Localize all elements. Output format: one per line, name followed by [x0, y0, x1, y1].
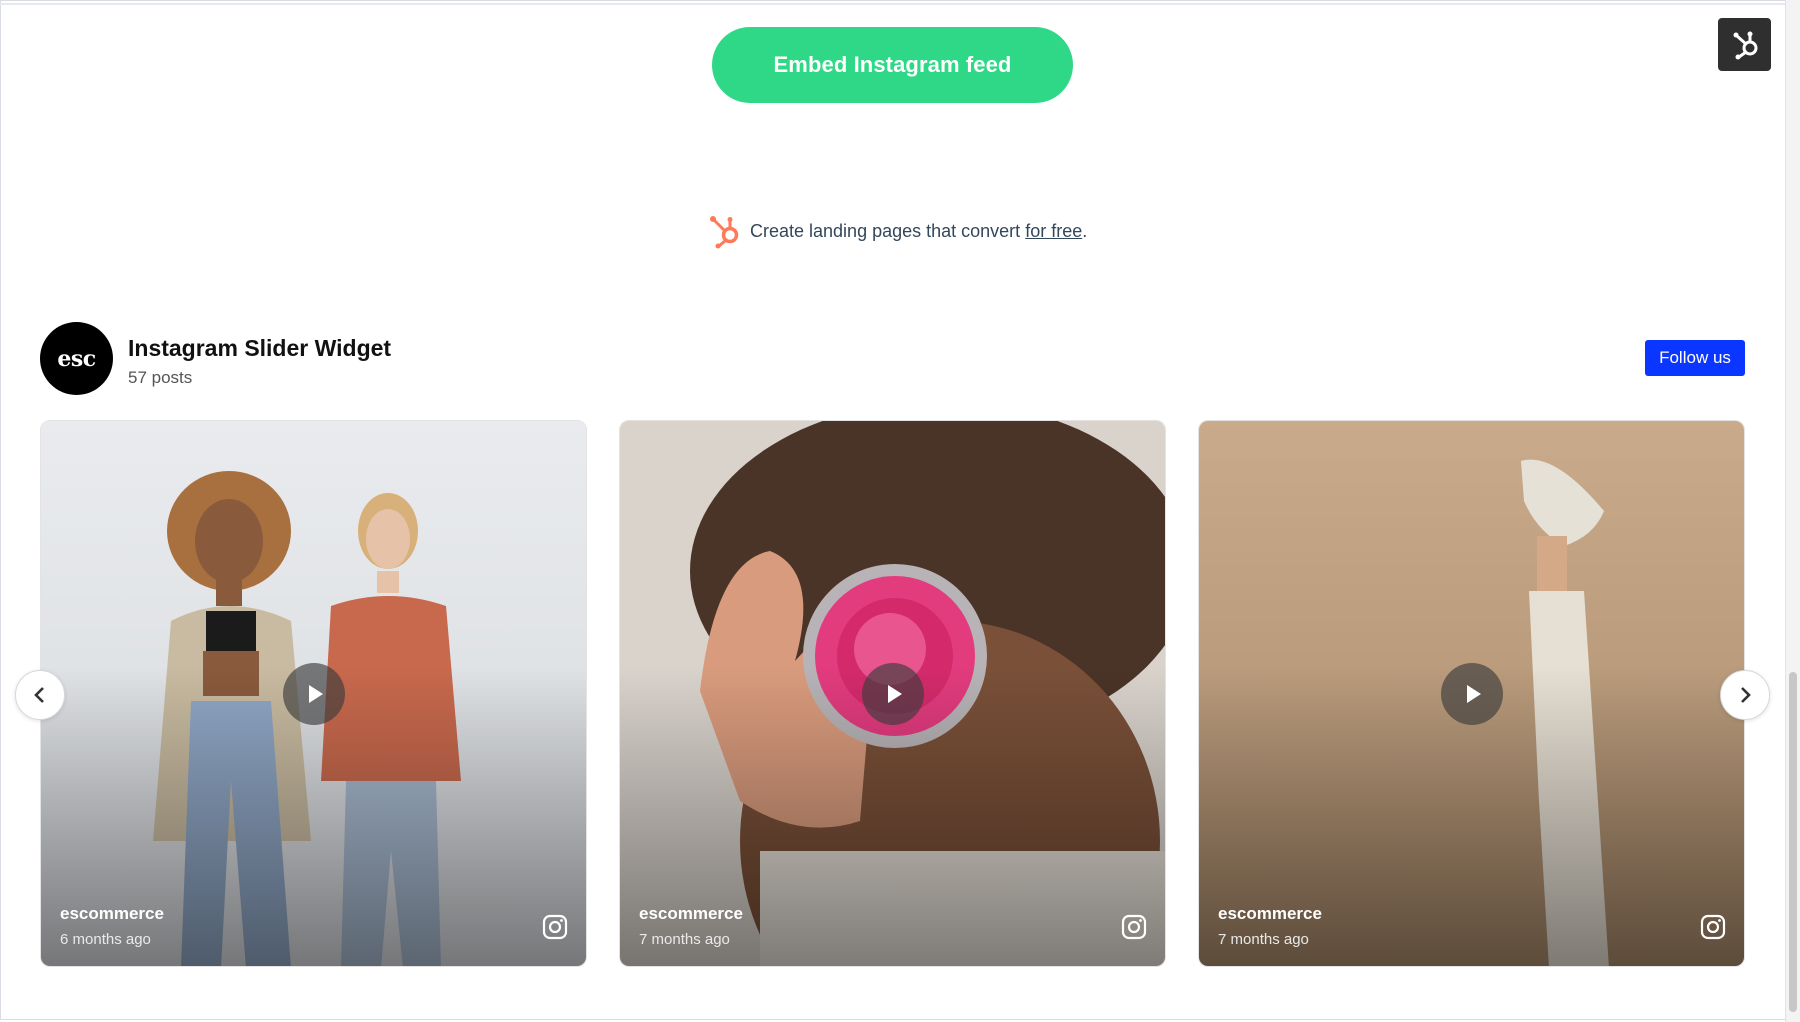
follow-button[interactable]: Follow us	[1645, 340, 1745, 376]
promo-suffix: .	[1082, 220, 1088, 241]
chevron-right-icon	[1741, 687, 1751, 703]
hubspot-sprocket-icon	[710, 216, 739, 249]
chevron-left-icon	[34, 687, 44, 703]
play-icon[interactable]	[282, 662, 345, 725]
post-card-1[interactable]: escommerce 6 months ago	[40, 420, 587, 967]
hubspot-badge[interactable]	[1718, 18, 1771, 71]
scrollbar-thumb[interactable]	[1789, 672, 1797, 1012]
slider-next-button[interactable]	[1720, 670, 1770, 720]
embed-instagram-feed-button[interactable]: Embed Instagram feed	[712, 27, 1073, 103]
post-time: 7 months ago	[639, 931, 730, 948]
instagram-icon[interactable]	[1700, 914, 1726, 940]
post-time: 6 months ago	[60, 931, 151, 948]
instagram-icon[interactable]	[542, 914, 568, 940]
post-count: 57 posts	[128, 368, 193, 387]
promo-free-link[interactable]: for free	[1025, 221, 1082, 241]
hubspot-sprocket-icon	[1733, 31, 1757, 59]
hubspot-promo: Create landing pages that convert for fr…	[708, 212, 1087, 250]
post-username: escommerce	[1218, 904, 1322, 923]
play-icon[interactable]	[861, 662, 924, 725]
widget-header: esc Instagram Slider Widget 57 posts Fol…	[40, 320, 1746, 396]
avatar[interactable]: esc	[40, 322, 113, 395]
slider-prev-button[interactable]	[15, 670, 65, 720]
post-username: escommerce	[60, 904, 164, 923]
post-card-3[interactable]: escommerce 7 months ago	[1198, 420, 1745, 967]
post-time: 7 months ago	[1218, 931, 1309, 948]
widget-title: Instagram Slider Widget	[128, 335, 392, 361]
page-scrollbar[interactable]	[1785, 0, 1800, 1022]
promo-link-wrap: for free.	[1025, 221, 1087, 242]
instagram-icon[interactable]	[1121, 914, 1147, 940]
top-divider	[0, 3, 1786, 5]
post-card-2[interactable]: escommerce 7 months ago	[619, 420, 1166, 967]
promo-text: Create landing pages that convert	[750, 220, 1021, 241]
post-username: escommerce	[639, 904, 743, 923]
play-icon[interactable]	[1440, 662, 1503, 725]
